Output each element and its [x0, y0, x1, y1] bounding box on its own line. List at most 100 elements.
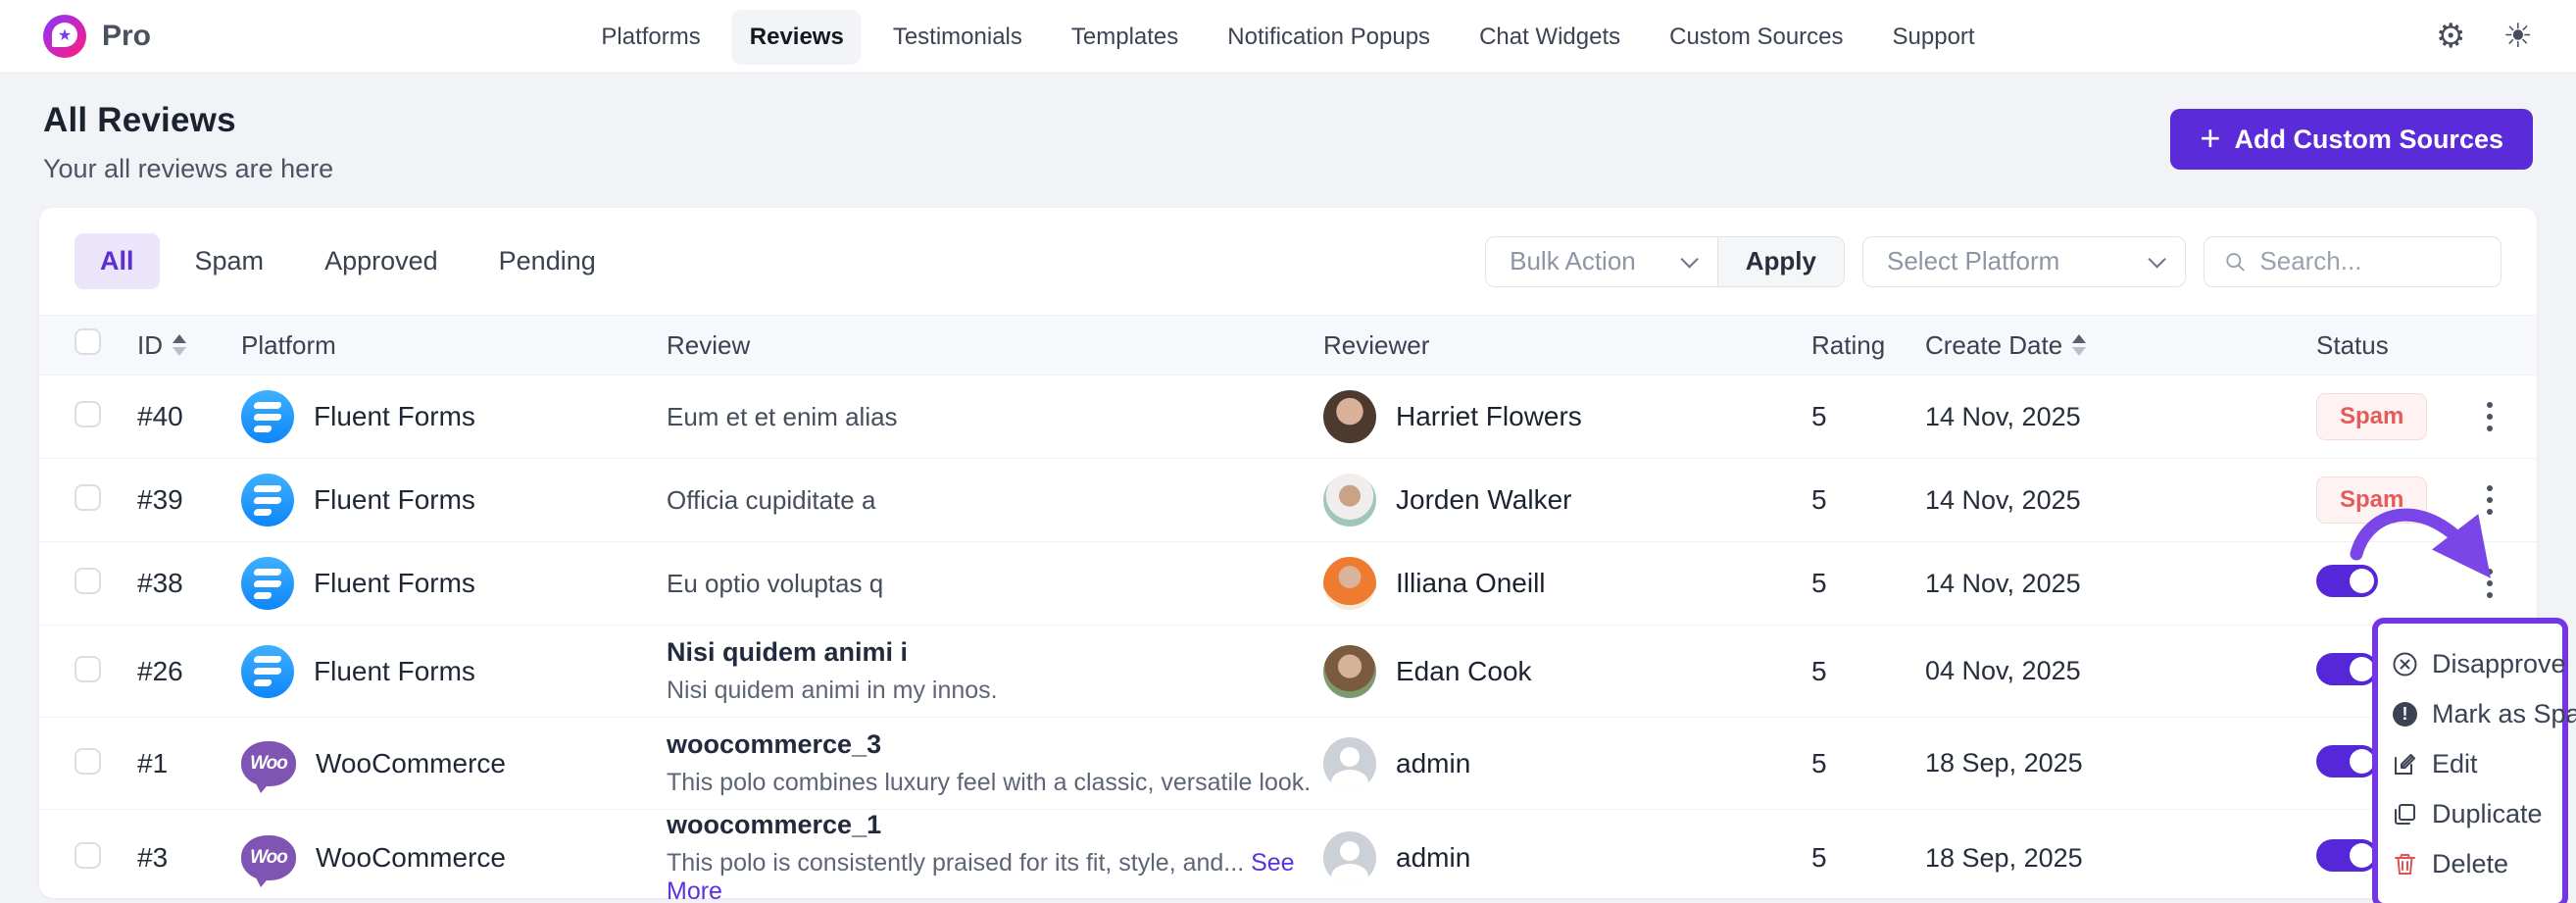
- nav-item-testimonials[interactable]: Testimonials: [875, 10, 1040, 65]
- app-logo-icon: ★: [43, 15, 86, 58]
- rating-value: 5: [1811, 656, 1925, 687]
- status-toggle[interactable]: [2316, 745, 2378, 778]
- bulk-action-select[interactable]: Bulk Action: [1486, 237, 1717, 286]
- row-actions-kebab[interactable]: [2470, 563, 2509, 604]
- column-header-create-date[interactable]: Create Date: [1925, 330, 2316, 361]
- brand: ★ Pro: [43, 15, 151, 58]
- platform-name: Fluent Forms: [314, 568, 475, 599]
- nav-item-platforms[interactable]: Platforms: [583, 10, 718, 65]
- avatar: [1323, 645, 1376, 698]
- table-row: #26 Fluent Forms Nisi quidem animi i Nis…: [39, 626, 2537, 718]
- create-date: 18 Sep, 2025: [1925, 843, 2316, 874]
- review-title: woocommerce_1: [667, 810, 1323, 840]
- menu-item-duplicate[interactable]: Duplicate: [2378, 789, 2562, 839]
- tab-all[interactable]: All: [74, 233, 160, 289]
- reviewer-name: Illiana Oneill: [1396, 568, 1546, 599]
- apply-button[interactable]: Apply: [1717, 237, 1844, 286]
- review-id: #26: [137, 656, 241, 687]
- status-toggle[interactable]: [2316, 653, 2378, 685]
- status-toggle[interactable]: [2316, 565, 2378, 597]
- menu-item-disapprove[interactable]: Disapprove: [2378, 639, 2562, 689]
- nav-item-notification-popups[interactable]: Notification Popups: [1210, 10, 1448, 65]
- row-checkbox[interactable]: [74, 484, 101, 511]
- table-row: #39 Fluent Forms Officia cupiditate a Jo…: [39, 459, 2537, 542]
- sort-icon: [2072, 334, 2086, 356]
- menu-item-edit[interactable]: Edit: [2378, 739, 2562, 789]
- exclamation-circle-icon: !: [2392, 701, 2418, 727]
- search-icon: [2224, 249, 2246, 275]
- nav-item-reviews[interactable]: Reviews: [732, 10, 862, 65]
- avatar: [1323, 831, 1376, 884]
- add-custom-sources-button[interactable]: + Add Custom Sources: [2170, 109, 2533, 170]
- row-checkbox[interactable]: [74, 656, 101, 682]
- platform-name: Fluent Forms: [314, 484, 475, 516]
- status-toggle[interactable]: [2316, 839, 2378, 872]
- reviewer-name: admin: [1396, 842, 1470, 874]
- status-badge: Spam: [2316, 477, 2427, 524]
- reviewer-name: Jorden Walker: [1396, 484, 1571, 516]
- column-header-status: Status: [2316, 330, 2470, 361]
- create-date: 14 Nov, 2025: [1925, 485, 2316, 516]
- light-mode-sun-icon[interactable]: ☀: [2503, 20, 2533, 53]
- topbar: ★ Pro Platforms Reviews Testimonials Tem…: [0, 0, 2576, 74]
- review-title: woocommerce_3: [667, 729, 1323, 760]
- platform-name: WooCommerce: [316, 748, 506, 779]
- tab-approved[interactable]: Approved: [299, 233, 464, 289]
- row-checkbox[interactable]: [74, 842, 101, 869]
- rating-value: 5: [1811, 401, 1925, 432]
- platform-name: Fluent Forms: [314, 656, 475, 687]
- bulk-action-group: Bulk Action Apply: [1485, 236, 1845, 287]
- edit-pencil-icon: [2392, 751, 2418, 778]
- nav-item-templates[interactable]: Templates: [1054, 10, 1196, 65]
- row-checkbox[interactable]: [74, 401, 101, 427]
- review-id: #40: [137, 401, 241, 432]
- review-id: #39: [137, 484, 241, 516]
- review-title: Nisi quidem animi i: [667, 637, 1323, 668]
- menu-item-mark-as-spam[interactable]: ! Mark as Spam: [2378, 689, 2562, 739]
- chevron-down-icon: [1680, 250, 1698, 268]
- menu-item-delete[interactable]: Delete: [2378, 839, 2562, 889]
- table-header: ID Platform Review Reviewer Rating Creat…: [39, 315, 2537, 376]
- create-date: 14 Nov, 2025: [1925, 402, 2316, 432]
- select-platform-dropdown[interactable]: Select Platform: [1862, 236, 2186, 287]
- select-all-checkbox[interactable]: [74, 328, 101, 355]
- settings-gear-icon[interactable]: ⚙: [2436, 20, 2465, 53]
- nav-item-support[interactable]: Support: [1875, 10, 1993, 65]
- create-date: 14 Nov, 2025: [1925, 569, 2316, 599]
- avatar: [1323, 737, 1376, 790]
- circle-x-icon: [2392, 651, 2418, 677]
- page-subtitle: Your all reviews are here: [43, 154, 333, 184]
- reviews-toolbar: All Spam Approved Pending Bulk Action Ap…: [39, 208, 2537, 315]
- row-actions-kebab[interactable]: [2470, 479, 2509, 521]
- rating-value: 5: [1811, 842, 1925, 874]
- reviewer-name: Edan Cook: [1396, 656, 1532, 687]
- row-checkbox[interactable]: [74, 748, 101, 775]
- column-header-id[interactable]: ID: [137, 330, 241, 361]
- column-header-rating: Rating: [1811, 330, 1925, 361]
- tab-pending[interactable]: Pending: [473, 233, 621, 289]
- review-text: Nisi quidem animi in my innos.: [667, 677, 1323, 705]
- reviews-card: All Spam Approved Pending Bulk Action Ap…: [39, 208, 2537, 898]
- rating-value: 5: [1811, 748, 1925, 779]
- status-filter-tabs: All Spam Approved Pending: [74, 233, 621, 289]
- search-box: [2204, 236, 2502, 287]
- nav-item-custom-sources[interactable]: Custom Sources: [1652, 10, 1860, 65]
- trash-icon: [2392, 851, 2418, 878]
- fluent-forms-icon: [241, 390, 294, 443]
- avatar: [1323, 474, 1376, 527]
- woocommerce-icon: Woo: [241, 741, 296, 786]
- row-actions-kebab[interactable]: [2470, 396, 2509, 437]
- review-text: This polo is consistently praised for it…: [667, 849, 1244, 877]
- platform-name: WooCommerce: [316, 842, 506, 874]
- status-badge: Spam: [2316, 393, 2427, 440]
- row-checkbox[interactable]: [74, 568, 101, 594]
- page-title: All Reviews: [43, 101, 333, 140]
- review-id: #38: [137, 568, 241, 599]
- review-text: Officia cupiditate a: [667, 485, 875, 515]
- search-input[interactable]: [2259, 246, 2481, 276]
- tab-spam[interactable]: Spam: [170, 233, 290, 289]
- nav-item-chat-widgets[interactable]: Chat Widgets: [1461, 10, 1638, 65]
- column-header-review: Review: [667, 330, 1323, 361]
- review-text: Eu optio voluptas q: [667, 569, 883, 598]
- column-header-reviewer: Reviewer: [1323, 330, 1811, 361]
